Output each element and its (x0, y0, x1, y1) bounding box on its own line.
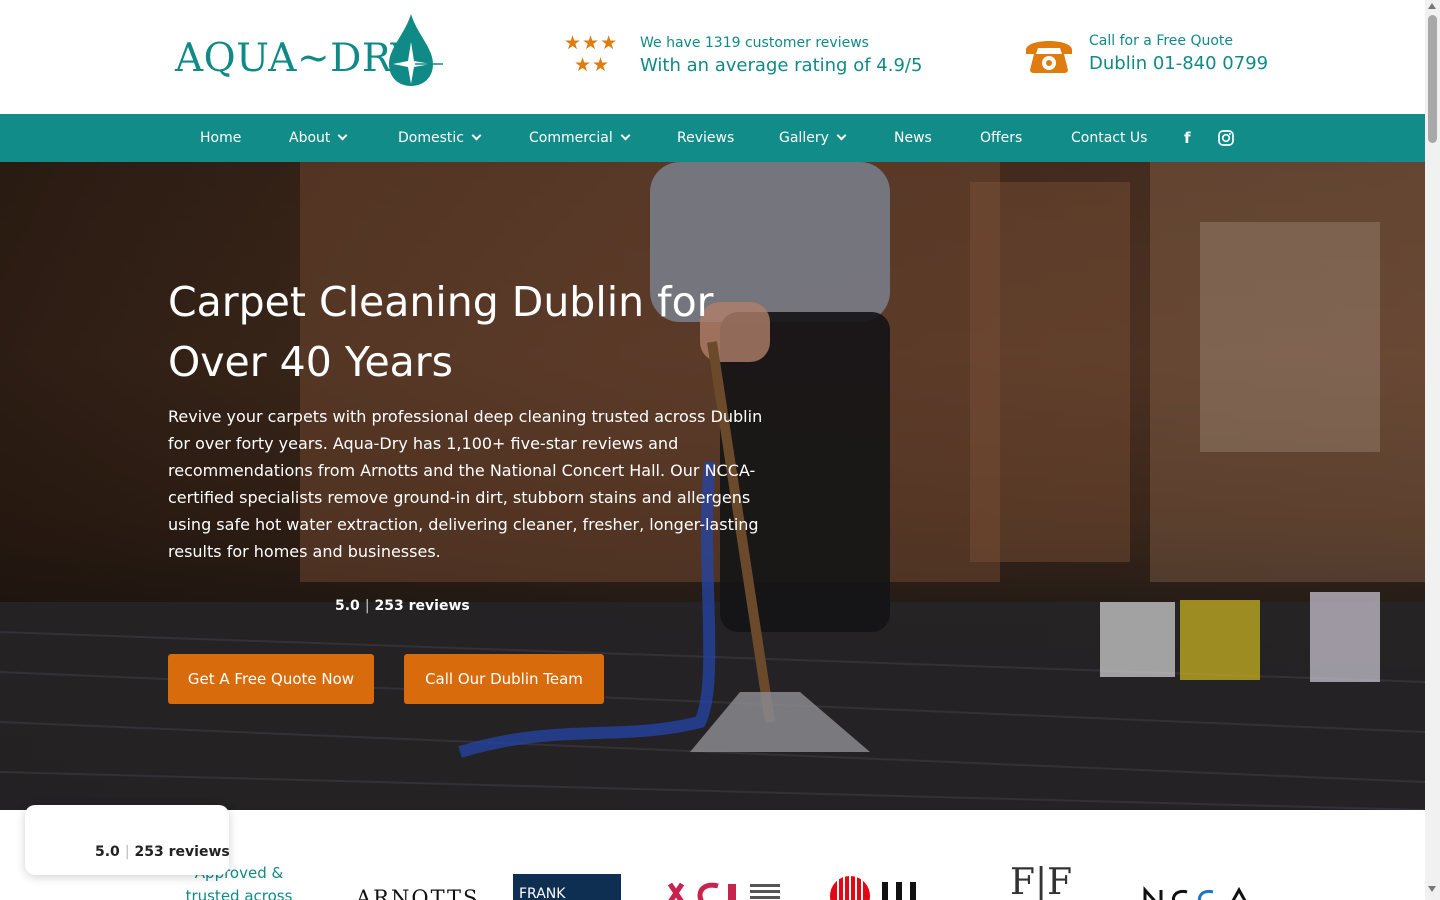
rating-stars-icon: ★★ (574, 54, 611, 76)
frank-logo: FRANK (513, 874, 621, 900)
phone-number-link[interactable]: Dublin 01-840 0799 (1089, 53, 1268, 74)
average-rating-text: With an average rating of 4.9/5 (640, 55, 923, 76)
scrollbar-thumb[interactable] (1428, 15, 1437, 143)
phone-contact[interactable]: Call for a Free Quote Dublin 01-840 0799 (1022, 30, 1282, 80)
call-team-button[interactable]: Call Our Dublin Team (404, 654, 604, 704)
nav-domestic-label: Domestic (398, 130, 464, 146)
rating-review-count: 253 reviews (374, 598, 470, 614)
nav-gallery-label: Gallery (779, 130, 829, 146)
national-concert-hall-logo (668, 882, 780, 900)
telephone-icon (1026, 41, 1072, 73)
nav-commercial[interactable]: Commercial (529, 114, 631, 162)
chevron-down-icon (337, 130, 348, 141)
rating-widget-text: 5.0 | 253 reviews (95, 844, 230, 860)
arnotts-logo: ARNOTTS (356, 886, 480, 900)
site-logo[interactable]: AQUA~DRY (175, 12, 445, 90)
nav-news[interactable]: News (894, 114, 932, 162)
nav-home[interactable]: Home (200, 114, 241, 162)
rating-stars-icon: ★★★ (564, 32, 619, 54)
hero-description: Revive your carpets with professional de… (168, 407, 763, 561)
water-drop-logo-icon (389, 14, 443, 86)
rating-widget-separator: | (124, 844, 130, 860)
ff-logo: F|F (1010, 862, 1073, 900)
nav-contact-us[interactable]: Contact Us (1071, 114, 1147, 162)
reviews-summary: ★★★ ★★ We have 1319 customer reviews Wit… (564, 32, 924, 82)
instagram-icon[interactable] (1218, 114, 1238, 162)
chevron-down-icon (836, 130, 847, 141)
logo-text: AQUA~DRY (175, 36, 417, 81)
nav-about[interactable]: About (289, 114, 348, 162)
site-header: AQUA~DRY ★★★ ★★ We have 1319 customer re… (0, 0, 1425, 114)
nav-about-label: About (289, 130, 331, 146)
free-quote-button[interactable]: Get A Free Quote Now (168, 654, 374, 704)
nav-offers[interactable]: Offers (980, 114, 1022, 162)
jll-logo (830, 876, 916, 900)
scroll-down-arrow-icon[interactable] (1428, 886, 1436, 892)
rating-widget-reviews: 253 reviews (134, 844, 230, 860)
hero-rating-badge: 5.0 | 253 reviews (335, 598, 470, 614)
ncca-logo (1143, 886, 1247, 900)
nav-commercial-label: Commercial (529, 130, 613, 146)
floating-rating-widget[interactable]: 5.0 | 253 reviews (25, 805, 230, 875)
rating-widget-score: 5.0 (95, 844, 120, 860)
nav-gallery[interactable]: Gallery (779, 114, 847, 162)
hero-title: Carpet Cleaning Dublin for Over 40 Years (168, 278, 714, 386)
facebook-icon[interactable]: f (1184, 114, 1191, 162)
hero-section: Carpet Cleaning Dublin for Over 40 Years… (0, 162, 1425, 810)
instagram-glyph-icon (1218, 130, 1234, 146)
chevron-down-icon (471, 130, 482, 141)
chevron-down-icon (620, 130, 631, 141)
main-navigation: Home About Domestic Commercial Reviews G… (0, 114, 1425, 162)
free-quote-label: Call for a Free Quote (1089, 33, 1234, 49)
scroll-up-arrow-icon[interactable] (1428, 3, 1436, 9)
review-count-text: We have 1319 customer reviews (640, 35, 869, 51)
rating-score: 5.0 (335, 598, 360, 614)
nav-reviews[interactable]: Reviews (677, 114, 734, 162)
nav-domestic[interactable]: Domestic (398, 114, 482, 162)
page-scrollbar[interactable] (1425, 0, 1440, 900)
rating-separator: | (364, 598, 370, 614)
